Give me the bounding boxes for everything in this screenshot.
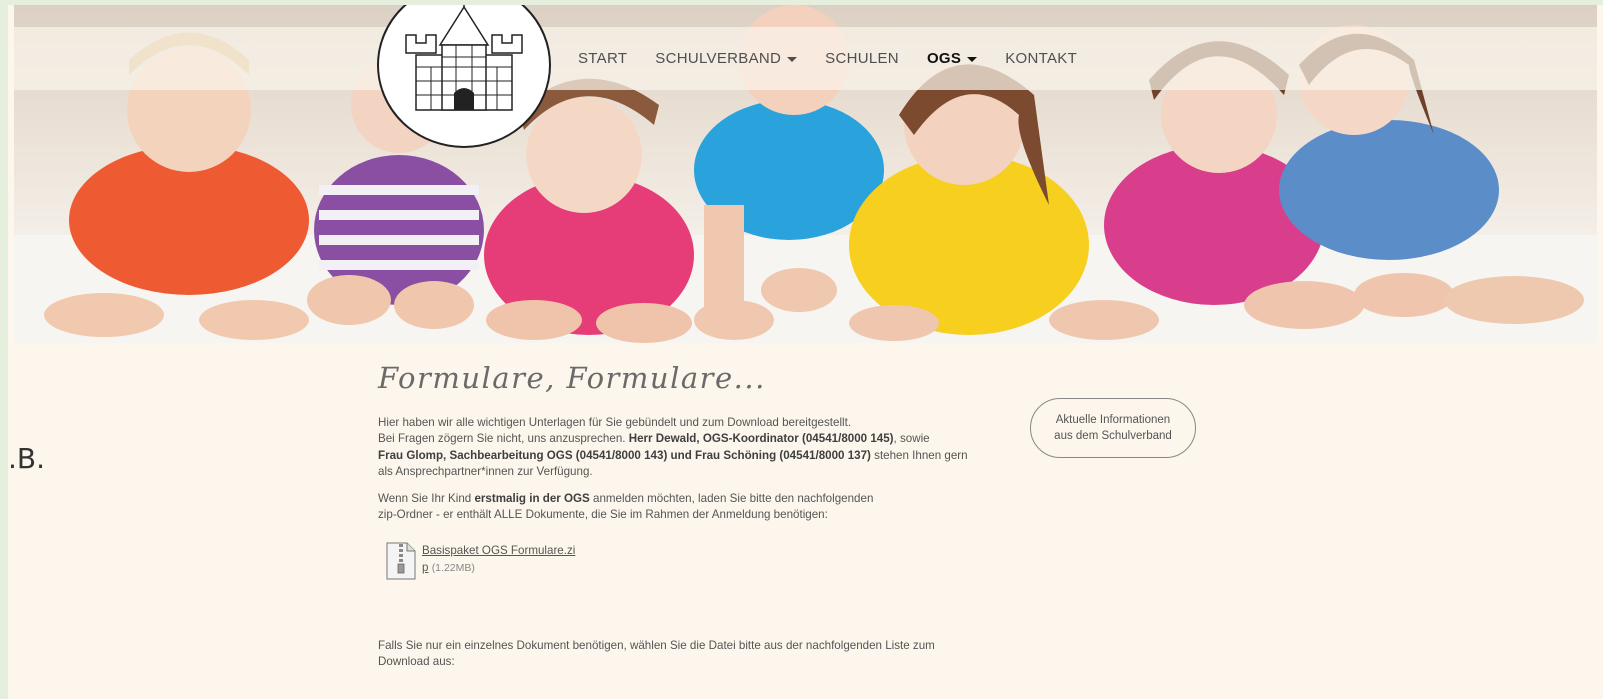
intro-line-2a: Bei Fragen zögern Sie nicht, uns anzuspr… [378,432,629,445]
first-line-2: zip-Ordner - er enthält ALLE Dokumente, … [378,508,828,521]
download-item: Basispaket OGS Formulare.zi p (1.22MB) [386,542,1003,580]
nav-item-label: OGS [926,50,962,67]
single-line-1: Falls Sie nur ein einzelnes Dokument ben… [378,638,935,652]
first-text-a: Wenn Sie Ihr Kind [378,491,475,505]
download-name-line1: Basispaket OGS Formulare.zi [422,543,576,557]
intro-line-1: Hier haben wir alle wichtigen Unterlagen… [378,415,852,429]
side-text-fragment: .B. [8,442,46,475]
intro-line-2c: , sowie [893,432,930,445]
page-title: Formulare, Formulare... [378,361,766,395]
castle-crest-logo[interactable] [376,5,552,149]
caret-down-icon [967,57,978,62]
intro-line-3c: stehen Ihnen gern [870,448,968,462]
nav-item-kontakt[interactable]: KONTAKT [1005,50,1077,67]
info-schulverband-button[interactable]: Aktuelle Informationen aus dem Schulverb… [1030,398,1196,458]
first-registration-paragraph: Wenn Sie Ihr Kind erstmalig in der OGS a… [378,491,1003,524]
main-nav: START SCHULVERBAND SCHULEN OGS KONTAKT [578,27,1105,90]
intro-line-4: als Ansprechpartner*innen zur Verfügung. [378,465,593,478]
nav-item-schulen[interactable]: SCHULEN [825,50,899,67]
nav-item-label: SCHULEN [825,50,899,67]
contact-dewald: Herr Dewald, OGS-Koordinator (04541/8000… [628,432,894,445]
intro-paragraph: Hier haben wir alle wichtigen Unterlagen… [378,415,1003,481]
first-emphasis: erstmalig in der OGS [474,491,590,505]
nav-item-label: START [578,50,628,67]
info-button-label: Aktuelle Informationen aus dem Schulverb… [1054,412,1172,444]
main-content: Formulare, Formulare... Hier haben wir a… [378,361,1003,681]
nav-item-start[interactable]: START [578,50,627,67]
nav-item-label: KONTAKT [1005,50,1078,67]
contact-glomp-schoening: Frau Glomp, Sachbearbeitung OGS (04541/8… [378,448,871,462]
info-button-line2: aus dem Schulverband [1054,430,1172,442]
nav-item-ogs[interactable]: OGS [926,50,978,67]
zip-file-icon[interactable] [386,542,416,580]
nav-item-label: SCHULVERBAND [655,50,782,67]
single-line-2: Download aus: [378,655,455,668]
download-link-block: Basispaket OGS Formulare.zi p (1.22MB) [422,542,582,577]
caret-down-icon [787,57,798,62]
first-text-c: anmelden möchten, laden Sie bitte den na… [589,491,874,505]
single-document-paragraph: Falls Sie nur ein einzelnes Dokument ben… [378,638,1003,671]
file-size: (1.22MB) [431,561,475,574]
download-name-line2: p [422,560,429,574]
page: START SCHULVERBAND SCHULEN OGS KONTAKT .… [8,5,1603,699]
info-button-line1: Aktuelle Informationen [1055,414,1171,426]
nav-item-schulverband[interactable]: SCHULVERBAND [655,50,798,67]
